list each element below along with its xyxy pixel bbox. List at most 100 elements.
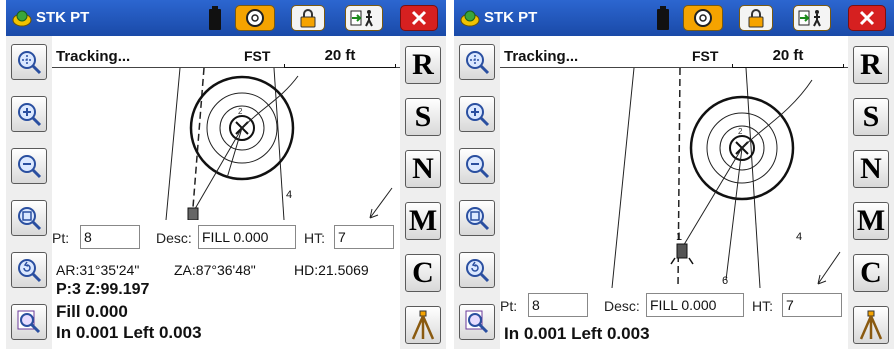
ht-label: HT:	[752, 298, 773, 314]
s-button[interactable]: S	[853, 98, 889, 136]
zoom-out-button[interactable]	[11, 148, 47, 184]
close-icon	[859, 10, 875, 26]
lock-button[interactable]	[739, 5, 773, 31]
tripod-icon	[859, 310, 883, 340]
point-label: 2	[238, 107, 243, 116]
pt-input[interactable]: 8	[80, 225, 140, 249]
walking-person-icon	[798, 10, 821, 27]
measure-mode: FST	[244, 48, 271, 64]
zoom-realtime-button[interactable]	[11, 304, 47, 340]
north-arrow	[817, 251, 841, 285]
zoom-previous-icon	[18, 259, 42, 283]
stake-toolbar: R S N M C	[400, 36, 446, 349]
point-label: 6	[722, 275, 728, 287]
zoom-extents-button[interactable]	[459, 44, 495, 80]
n-button[interactable]: N	[405, 150, 441, 188]
zoom-extents-icon	[18, 51, 42, 75]
zoom-previous-icon	[466, 259, 490, 283]
app-title: STK PT	[484, 9, 538, 26]
r-button[interactable]: R	[405, 46, 441, 84]
north-arrow	[369, 187, 393, 219]
target-button[interactable]	[683, 5, 723, 31]
angle-right-readout: AR:31°35'24"	[56, 262, 140, 278]
close-icon	[411, 10, 427, 26]
zoom-in-icon	[466, 103, 490, 127]
m-button[interactable]: M	[405, 202, 441, 240]
map-canvas: 2 4 1 6	[611, 68, 841, 288]
lock-icon	[748, 9, 764, 28]
battery-icon	[209, 6, 221, 30]
zoom-extents-button[interactable]	[11, 44, 47, 80]
point-label: 1	[676, 231, 682, 243]
rover-icon	[676, 243, 688, 259]
boundary-line	[165, 68, 181, 220]
battery-indicator	[652, 5, 674, 31]
zoom-previous-button[interactable]	[459, 252, 495, 288]
ht-input[interactable]: 7	[782, 293, 842, 317]
zoom-window-icon	[466, 207, 490, 231]
zoom-previous-button[interactable]	[11, 252, 47, 288]
fill-readout: Fill 0.000	[56, 302, 128, 321]
desc-input[interactable]: FILL 0.000	[198, 225, 296, 249]
r-button[interactable]: R	[853, 46, 889, 84]
zoom-out-button[interactable]	[459, 148, 495, 184]
map-canvas: 2 4	[165, 68, 393, 220]
right-screen: STK PT Tracking... FST 20 ft 2 4 1 6 Pt:…	[454, 0, 894, 349]
zoom-window-button[interactable]	[11, 200, 47, 236]
title-bar: STK PT	[454, 0, 894, 36]
zoom-extents-icon	[466, 51, 490, 75]
m-button[interactable]: M	[853, 202, 889, 240]
title-bar: STK PT	[6, 0, 446, 36]
point-fields: Pt: 8 Desc: FILL 0.000 HT: 7	[500, 290, 848, 320]
stake-toolbar: R S N M C	[848, 36, 894, 349]
desc-label: Desc:	[604, 298, 640, 314]
target-button[interactable]	[235, 5, 275, 31]
boundary-line	[611, 68, 635, 288]
horizontal-distance-readout: HD:21.5069	[294, 262, 369, 278]
zoom-window-button[interactable]	[459, 200, 495, 236]
desc-label: Desc:	[156, 230, 192, 246]
point-elevation-readout: P:3 Z:99.197	[56, 281, 150, 298]
map-scale: 20 ft	[324, 47, 356, 64]
tripod-icon	[411, 310, 435, 340]
walking-person-icon	[350, 10, 373, 27]
tripod-button[interactable]	[853, 306, 889, 344]
close-button[interactable]	[848, 5, 886, 31]
map-scale: 20 ft	[772, 47, 804, 64]
stake-logo-icon	[12, 10, 32, 27]
battery-icon	[657, 6, 669, 30]
pt-input[interactable]: 8	[528, 293, 588, 317]
ht-input[interactable]: 7	[334, 225, 394, 249]
stake-map[interactable]: 2 4	[52, 68, 400, 220]
rover-icon	[187, 207, 199, 220]
lock-icon	[300, 9, 316, 28]
point-label: 2	[738, 127, 743, 136]
zoom-in-button[interactable]	[11, 96, 47, 132]
zoom-out-icon	[18, 155, 42, 179]
pt-label: Pt:	[52, 230, 70, 246]
battery-indicator	[204, 5, 226, 31]
zoom-out-icon	[466, 155, 490, 179]
c-button[interactable]: C	[405, 254, 441, 292]
zenith-angle-readout: ZA:87°36'48"	[174, 262, 256, 278]
n-button[interactable]: N	[853, 150, 889, 188]
walk-button[interactable]	[345, 5, 383, 31]
stake-map[interactable]: 2 4 1 6	[500, 68, 848, 288]
tripod-button[interactable]	[405, 306, 441, 344]
rover-legs	[670, 257, 694, 265]
c-button[interactable]: C	[853, 254, 889, 292]
boundary-line	[745, 68, 761, 288]
measure-mode: FST	[692, 48, 719, 64]
close-button[interactable]	[400, 5, 438, 31]
tracking-status: Tracking...	[56, 48, 131, 65]
walk-button[interactable]	[793, 5, 831, 31]
zoom-in-button[interactable]	[459, 96, 495, 132]
point-fields: Pt: 8 Desc: FILL 0.000 HT: 7	[52, 222, 400, 252]
ht-label: HT:	[304, 230, 325, 246]
s-button[interactable]: S	[405, 98, 441, 136]
status-bar: Tracking... FST 20 ft	[52, 44, 400, 68]
zoom-realtime-button[interactable]	[459, 304, 495, 340]
zoom-window-icon	[18, 207, 42, 231]
desc-input[interactable]: FILL 0.000	[646, 293, 744, 317]
lock-button[interactable]	[291, 5, 325, 31]
